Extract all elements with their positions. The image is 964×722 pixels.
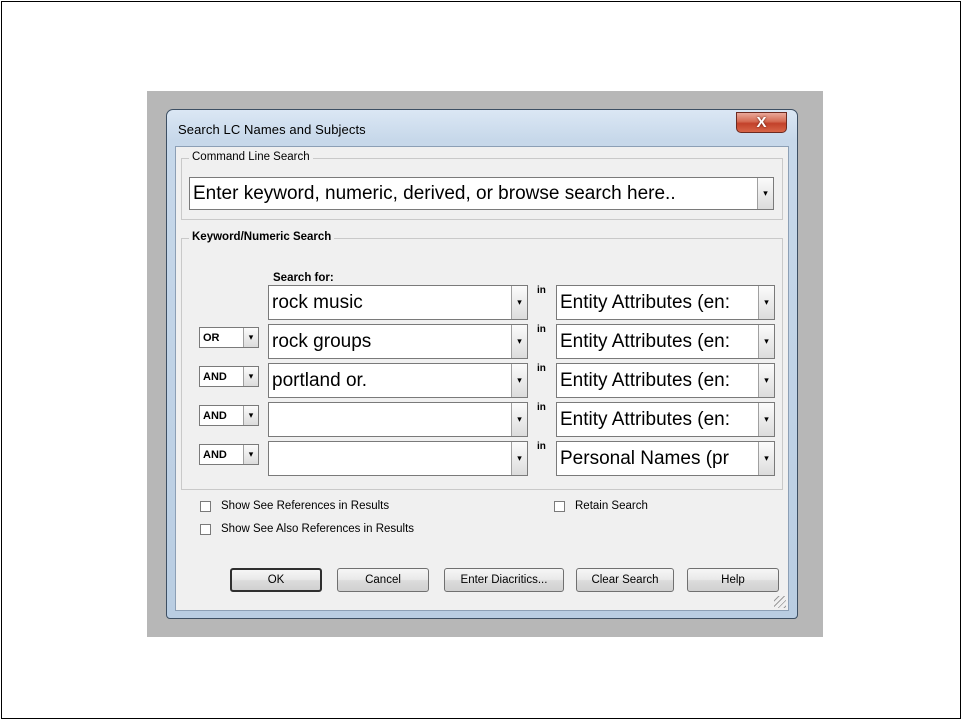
operator-select-2[interactable]: OR ▾	[199, 327, 259, 348]
operator-value-4: AND	[203, 409, 227, 422]
window-title: Search LC Names and Subjects	[178, 122, 366, 137]
search-for-label: Search for:	[273, 272, 334, 284]
dialog-client-area: Command Line Search Enter keyword, numer…	[175, 146, 789, 611]
operator-select-5[interactable]: AND ▾	[199, 444, 259, 465]
resize-grip-icon[interactable]	[774, 596, 786, 608]
keyword-search-legend: Keyword/Numeric Search	[189, 231, 335, 243]
search-term-value-1: rock music	[272, 291, 363, 313]
command-line-legend: Command Line Search	[189, 151, 313, 163]
index-value-1: Entity Attributes (en:	[560, 291, 731, 313]
show-see-refs-option[interactable]: Show See References in Results	[200, 500, 389, 512]
search-term-input-4[interactable]: ▾	[268, 402, 528, 437]
operator-value-2: OR	[203, 331, 220, 344]
show-see-refs-checkbox[interactable]	[200, 500, 211, 512]
index-select-5[interactable]: Personal Names (pr ▾	[556, 441, 775, 476]
help-button[interactable]: Help	[687, 568, 779, 592]
command-line-placeholder: Enter keyword, numeric, derived, or brow…	[193, 182, 676, 204]
show-see-refs-label: Show See References in Results	[221, 500, 390, 512]
in-label-3: in	[537, 363, 546, 374]
chevron-down-icon[interactable]: ▾	[243, 445, 258, 464]
search-term-input-3[interactable]: portland or. ▾	[268, 363, 528, 398]
command-line-input[interactable]: Enter keyword, numeric, derived, or brow…	[189, 177, 774, 210]
retain-search-option[interactable]: Retain Search	[554, 500, 648, 512]
search-term-value-3: portland or.	[272, 369, 368, 391]
index-select-4[interactable]: Entity Attributes (en: ▾	[556, 402, 775, 437]
clear-search-button[interactable]: Clear Search	[576, 568, 674, 592]
operator-value-5: AND	[203, 448, 227, 461]
chevron-down-icon[interactable]: ▾	[243, 406, 258, 425]
retain-search-label: Retain Search	[575, 500, 648, 512]
show-see-also-refs-checkbox[interactable]	[200, 523, 211, 535]
in-label-4: in	[537, 402, 546, 413]
chevron-down-icon[interactable]: ▾	[758, 325, 774, 358]
chevron-down-icon[interactable]: ▾	[758, 442, 774, 475]
show-see-also-refs-option[interactable]: Show See Also References in Results	[200, 523, 414, 535]
index-select-1[interactable]: Entity Attributes (en: ▾	[556, 285, 775, 320]
command-line-group: Command Line Search Enter keyword, numer…	[181, 151, 783, 220]
search-term-input-5[interactable]: ▾	[268, 441, 528, 476]
enter-diacritics-button[interactable]: Enter Diacritics...	[444, 568, 564, 592]
chevron-down-icon[interactable]: ▾	[758, 364, 774, 397]
index-value-5: Personal Names (pr	[560, 447, 729, 469]
operator-select-4[interactable]: AND ▾	[199, 405, 259, 426]
show-see-also-refs-label: Show See Also References in Results	[221, 523, 415, 535]
in-label-1: in	[537, 285, 546, 296]
search-term-value-2: rock groups	[272, 330, 372, 352]
in-label-2: in	[537, 324, 546, 335]
cancel-button[interactable]: Cancel	[337, 568, 429, 592]
index-value-4: Entity Attributes (en:	[560, 408, 731, 430]
in-label-5: in	[537, 441, 546, 452]
ok-button[interactable]: OK	[230, 568, 322, 592]
chevron-down-icon[interactable]: ▾	[511, 286, 527, 319]
chevron-down-icon[interactable]: ▾	[511, 364, 527, 397]
chevron-down-icon[interactable]: ▾	[511, 403, 527, 436]
operator-value-3: AND	[203, 370, 227, 383]
chevron-down-icon[interactable]: ▾	[757, 178, 773, 209]
index-select-2[interactable]: Entity Attributes (en: ▾	[556, 324, 775, 359]
chevron-down-icon[interactable]: ▾	[758, 286, 774, 319]
search-term-input-1[interactable]: rock music ▾	[268, 285, 528, 320]
search-term-input-2[interactable]: rock groups ▾	[268, 324, 528, 359]
index-value-2: Entity Attributes (en:	[560, 330, 731, 352]
operator-select-3[interactable]: AND ▾	[199, 366, 259, 387]
chevron-down-icon[interactable]: ▾	[243, 367, 258, 386]
close-button[interactable]: X	[736, 112, 787, 133]
close-icon: X	[756, 114, 767, 131]
search-dialog: Search LC Names and Subjects X Command L…	[166, 109, 798, 619]
chevron-down-icon[interactable]: ▾	[758, 403, 774, 436]
index-select-3[interactable]: Entity Attributes (en: ▾	[556, 363, 775, 398]
chevron-down-icon[interactable]: ▾	[511, 325, 527, 358]
chevron-down-icon[interactable]: ▾	[243, 328, 258, 347]
chevron-down-icon[interactable]: ▾	[511, 442, 527, 475]
retain-search-checkbox[interactable]	[554, 500, 565, 512]
index-value-3: Entity Attributes (en:	[560, 369, 731, 391]
